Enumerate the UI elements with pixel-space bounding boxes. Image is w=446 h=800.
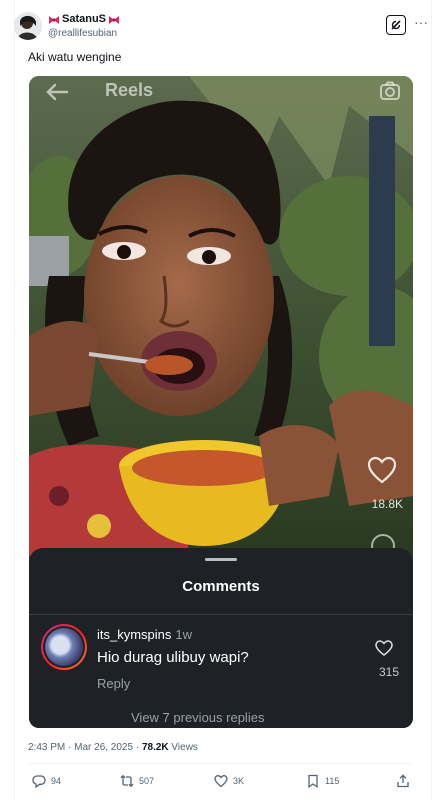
divider <box>28 763 412 764</box>
views-label: Views <box>168 742 198 753</box>
reels-top-bar: Reels <box>29 76 413 108</box>
sheet-drag-handle[interactable] <box>205 558 237 561</box>
divider <box>29 614 413 615</box>
heart-icon <box>214 775 228 788</box>
author-avatar[interactable] <box>14 12 42 40</box>
like-action[interactable]: 3K <box>214 774 244 788</box>
author-display-name[interactable]: SatanuS <box>48 13 120 26</box>
grok-icon[interactable] <box>386 15 406 35</box>
comment-like-count: 315 <box>378 665 399 679</box>
comments-title: Comments <box>182 578 260 595</box>
comments-sheet: Comments its_kymspins 1w Hio durag ulibuy… <box>29 548 413 728</box>
comment-like-icon[interactable] <box>375 640 393 656</box>
comment-header: its_kymspins 1w <box>97 627 192 642</box>
ribbon-icon <box>109 15 120 24</box>
more-options-icon[interactable]: ··· <box>414 15 428 29</box>
reply-action[interactable]: 94 <box>32 774 61 788</box>
ribbon-icon <box>49 15 59 24</box>
reels-title: Reels <box>105 80 154 100</box>
back-arrow-icon[interactable] <box>45 82 69 102</box>
commenter-avatar[interactable] <box>41 624 87 670</box>
camera-icon[interactable] <box>379 80 401 102</box>
tweet-meta: 2:43 PM · Mar 26, 2025 · 78.2K Views <box>28 742 198 753</box>
tweet-timestamp[interactable]: 2:43 PM · Mar 26, 2025 · <box>28 742 142 753</box>
repost-action[interactable]: 507 <box>120 774 154 788</box>
video-like-count: 18.8K <box>371 497 403 511</box>
views-count: 78.2K <box>141 742 169 753</box>
reply-button[interactable]: Reply <box>97 676 130 691</box>
comment-username[interactable]: its_kymspins <box>97 627 171 642</box>
comment-text: Hio durag ulibuy wapi? <box>97 649 249 666</box>
bookmark-icon <box>308 774 318 788</box>
reply-count: 94 <box>51 776 62 786</box>
video-media[interactable]: Reels 18.8K Comments its_kymspins 1w Hio … <box>29 76 413 728</box>
view-replies-link[interactable]: View 7 previous replies <box>131 710 264 725</box>
tweet-actions: 94 507 3K 115 <box>28 772 412 794</box>
tweet-text: Aki watu wengine <box>28 50 122 64</box>
tweet-header: SatanuS @reallifesubian ··· <box>14 12 432 44</box>
comment-time: 1w <box>175 627 193 642</box>
author-handle[interactable]: @reallifesubian <box>48 27 120 40</box>
bookmark-count: 115 <box>325 776 340 786</box>
like-count: 3K <box>233 776 245 786</box>
repost-count: 507 <box>139 776 155 786</box>
bookmark-action[interactable]: 115 <box>306 774 339 788</box>
reply-icon <box>32 775 46 788</box>
author-name-text: SatanuS <box>62 13 107 25</box>
author-names: SatanuS @reallifesubian <box>48 13 120 40</box>
repost-icon <box>120 775 134 787</box>
share-action[interactable] <box>396 774 410 788</box>
like-heart-icon[interactable] <box>367 456 397 484</box>
share-icon <box>397 774 409 788</box>
video-frame <box>29 76 413 556</box>
